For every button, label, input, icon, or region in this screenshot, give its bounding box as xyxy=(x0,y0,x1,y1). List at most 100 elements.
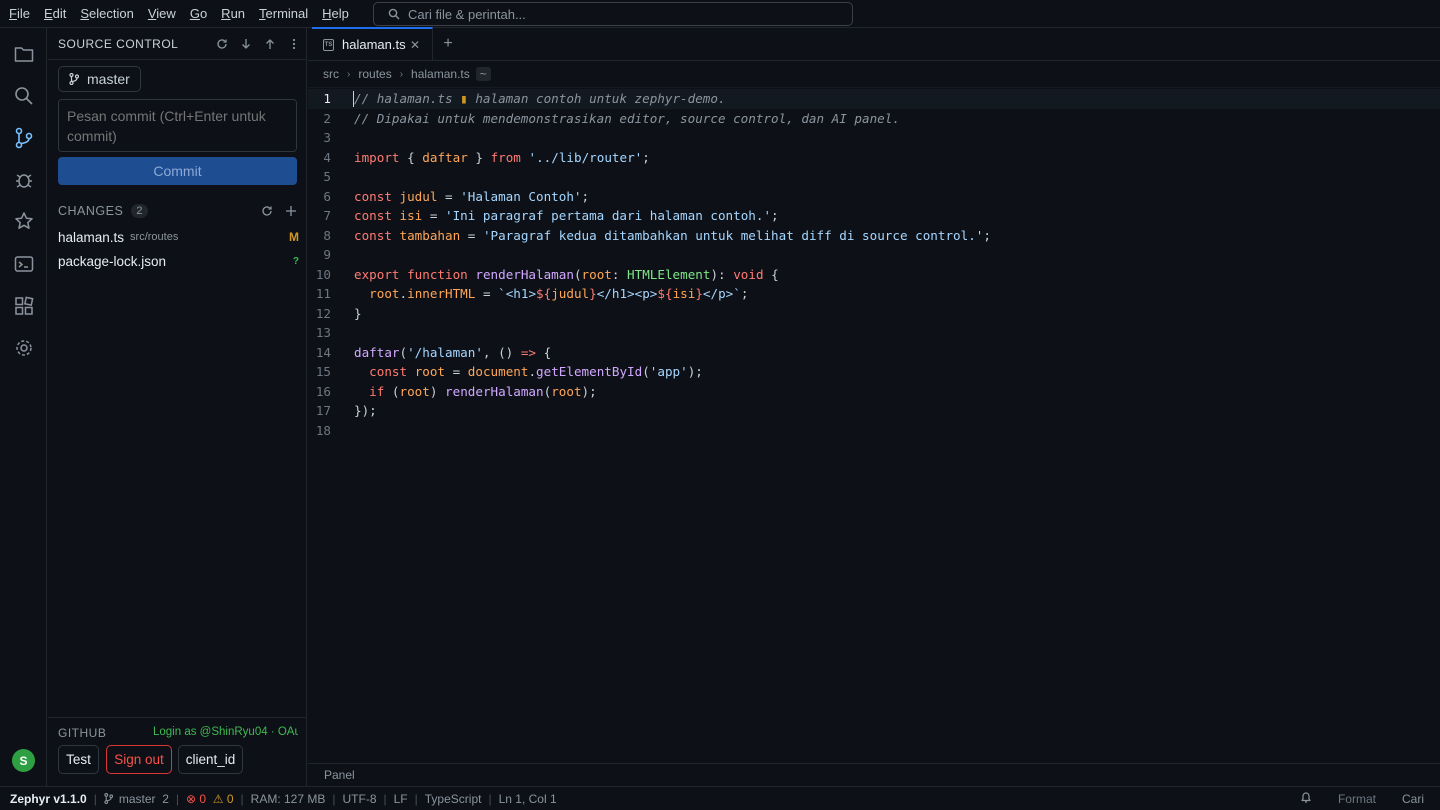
command-search[interactable]: Cari file & perintah... xyxy=(373,2,853,26)
change-item[interactable]: halaman.ts src/routes M xyxy=(58,226,299,248)
line-number: 13 xyxy=(315,325,331,341)
sign-out-button[interactable]: Sign out xyxy=(106,745,172,774)
github-section: GITHUB Login as @ShinRyu04 · OAu... Test… xyxy=(48,717,307,786)
code-text: // halaman.ts ▮ halaman contoh untuk zep… xyxy=(354,91,726,107)
files-icon[interactable] xyxy=(12,42,36,66)
branch-label: master xyxy=(87,71,130,87)
breadcrumb-item[interactable]: src xyxy=(323,67,339,81)
changes-title: CHANGES xyxy=(58,204,124,218)
code-line: 16 if (root) renderHalaman(root); xyxy=(308,382,1440,402)
code-text: if (root) renderHalaman(root); xyxy=(369,383,597,399)
line-number: 16 xyxy=(315,383,331,399)
status-language[interactable]: TypeScript xyxy=(425,792,482,806)
refresh-icon[interactable] xyxy=(210,34,234,54)
change-file-path: src/routes xyxy=(130,231,179,243)
change-file-name: package-lock.json xyxy=(58,253,167,269)
new-tab-button[interactable]: + xyxy=(433,27,463,60)
code-line: 8 const tambahan = 'Paragraf kedua ditamb… xyxy=(308,226,1440,246)
line-number: 12 xyxy=(315,305,331,321)
more-icon[interactable] xyxy=(282,34,306,54)
code-text: root.innerHTML = `<h1>${judul}</h1><p>${… xyxy=(369,286,749,302)
breadcrumb-item[interactable]: halaman.ts xyxy=(411,67,470,81)
branch-icon xyxy=(104,793,113,804)
change-status-badge: ? xyxy=(292,255,299,267)
code-text: // Dipakai untuk mendemonstrasikan edito… xyxy=(354,110,900,126)
refresh-changes-icon[interactable] xyxy=(255,205,279,217)
line-number: 6 xyxy=(323,188,331,204)
code-text: daftar('/halaman', () => { xyxy=(354,344,552,360)
code-text: }); xyxy=(354,403,377,419)
app-version: Zephyr v1.1.0 xyxy=(10,791,87,806)
status-encoding[interactable]: UTF-8 xyxy=(343,792,377,806)
star-icon[interactable] xyxy=(12,209,36,233)
avatar[interactable]: S xyxy=(12,749,35,772)
client-id-button[interactable]: client_id xyxy=(178,745,243,774)
source-control-sidebar: SOURCE CONTROL master Commit CHANGES 2 h… xyxy=(48,28,307,786)
menu-selection[interactable]: Selection xyxy=(80,6,133,21)
code-line: 11 root.innerHTML = `<h1>${judul}</h1><p… xyxy=(308,284,1440,304)
warning-count: 0 xyxy=(226,791,234,806)
menu-help[interactable]: Help xyxy=(322,6,349,21)
source-control-icon[interactable] xyxy=(12,126,36,150)
code-line: 10 export function renderHalaman(root: HT… xyxy=(308,265,1440,285)
breadcrumb-item[interactable]: routes xyxy=(358,67,391,81)
code-text: const root = document.getElementById('ap… xyxy=(369,364,703,380)
panel-label: Panel xyxy=(324,768,355,782)
breadcrumb-modified-indicator: ~ xyxy=(475,67,491,81)
branch-button[interactable]: master xyxy=(58,66,141,92)
line-number: 3 xyxy=(323,130,331,146)
github-test-button[interactable]: Test xyxy=(58,745,99,774)
line-number: 10 xyxy=(315,266,331,282)
tab-bar: TS halaman.ts ✕ + xyxy=(308,27,1440,61)
debug-icon[interactable] xyxy=(12,168,36,192)
status-bar: Zephyr v1.1.0 | master 2 | ⊗ 0 ⚠ 0 | RAM… xyxy=(0,786,1440,810)
code-line: 13 xyxy=(308,323,1440,343)
push-icon[interactable] xyxy=(258,34,282,54)
close-icon[interactable]: ✕ xyxy=(410,38,420,52)
changes-header[interactable]: CHANGES 2 xyxy=(58,202,303,220)
changes-count-badge: 2 xyxy=(131,204,148,218)
code-line: 5 xyxy=(308,167,1440,187)
line-number: 18 xyxy=(315,422,331,438)
menu-view[interactable]: View xyxy=(148,6,176,21)
menu-edit[interactable]: Edit xyxy=(44,6,66,21)
search-icon xyxy=(388,8,400,20)
status-branch-count: 2 xyxy=(162,791,169,806)
activity-bar: S xyxy=(0,28,47,786)
pull-icon[interactable] xyxy=(234,34,258,54)
code-line: 1 // halaman.ts ▮ halaman contoh untuk ze… xyxy=(308,89,1440,109)
search-placeholder: Cari file & perintah... xyxy=(408,6,526,22)
line-number: 14 xyxy=(315,344,331,360)
menu-run[interactable]: Run xyxy=(221,6,245,21)
terminal-icon[interactable] xyxy=(12,252,36,276)
code-editor[interactable]: 1 // halaman.ts ▮ halaman contoh untuk ze… xyxy=(308,89,1440,440)
panel-toggle[interactable]: Panel xyxy=(308,763,1440,786)
branch-icon xyxy=(69,73,79,85)
commit-button[interactable]: Commit xyxy=(58,157,297,185)
change-item[interactable]: package-lock.json ? xyxy=(58,250,299,272)
line-number: 11 xyxy=(315,286,331,302)
menu-file[interactable]: File xyxy=(9,6,30,21)
search-button[interactable]: Cari xyxy=(1402,792,1424,806)
status-cursor-position[interactable]: Ln 1, Col 1 xyxy=(499,792,557,806)
settings-icon[interactable] xyxy=(12,336,36,360)
status-problems[interactable]: ⊗ 0 ⚠ 0 xyxy=(186,792,234,806)
editor-area: TS halaman.ts ✕ + src › routes › halaman… xyxy=(308,27,1440,786)
code-line: 2 // Dipakai untuk mendemonstrasikan edit… xyxy=(308,109,1440,129)
status-branch-name: master xyxy=(118,791,156,806)
search-icon[interactable] xyxy=(12,84,36,108)
extensions-icon[interactable] xyxy=(12,294,36,318)
tab-halaman-ts[interactable]: TS halaman.ts ✕ xyxy=(312,27,433,60)
line-number: 17 xyxy=(315,403,331,419)
github-header: GITHUB Login as @ShinRyu04 · OAu... xyxy=(58,726,298,740)
bell-icon[interactable] xyxy=(1300,791,1312,807)
format-button[interactable]: Format xyxy=(1338,792,1376,806)
status-branch[interactable]: master 2 xyxy=(104,792,169,806)
menu-go[interactable]: Go xyxy=(190,6,207,21)
commit-message-input[interactable] xyxy=(58,99,297,152)
status-eol[interactable]: LF xyxy=(394,792,408,806)
code-line: 18 xyxy=(308,421,1440,441)
code-text: import { daftar } from '../lib/router'; xyxy=(354,149,650,165)
menu-terminal[interactable]: Terminal xyxy=(259,6,308,21)
stage-all-icon[interactable] xyxy=(279,205,303,217)
